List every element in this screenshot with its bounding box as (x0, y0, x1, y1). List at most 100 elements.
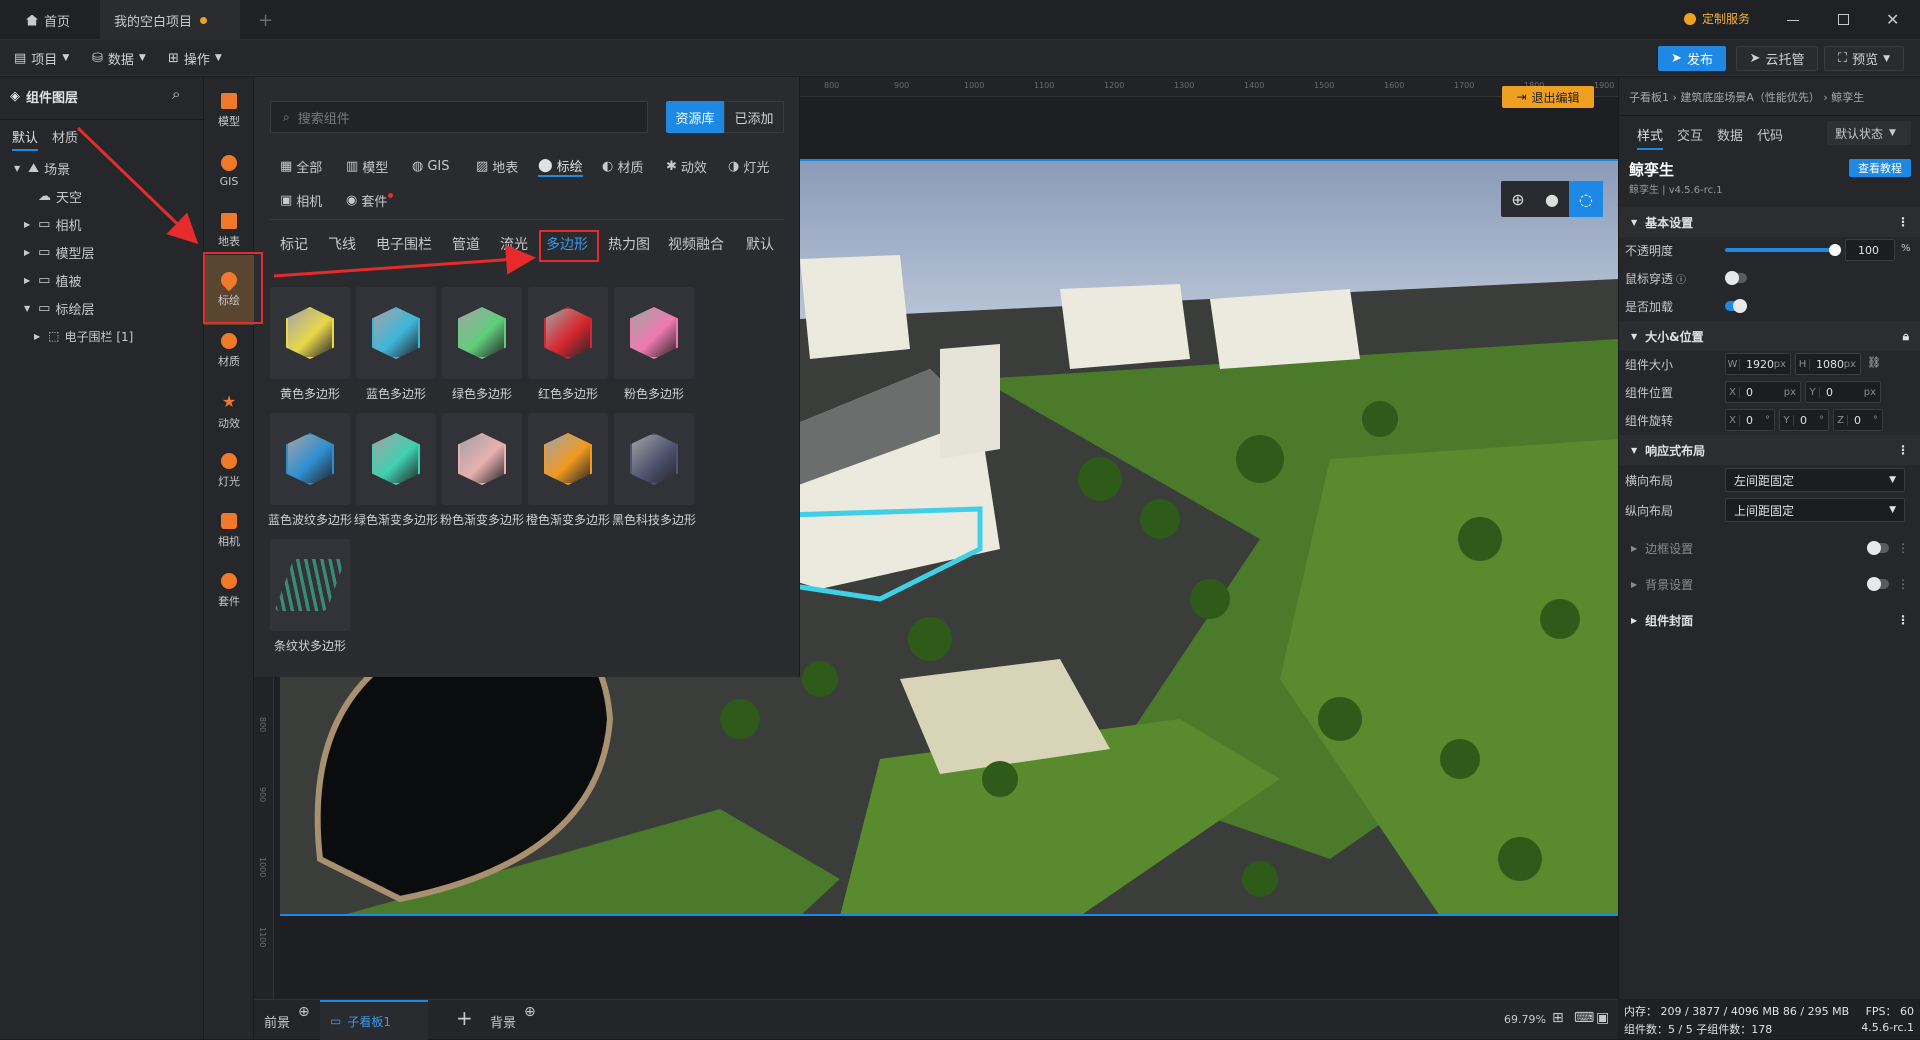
menu-project[interactable]: ▤ 项目 ▼ (14, 46, 69, 70)
sub-default[interactable]: 默认 (746, 233, 774, 255)
cat-terrain[interactable]: ▨ 地表 (476, 155, 518, 177)
tree-item-scene[interactable]: ▼ ⛰ 场景 (0, 155, 204, 181)
layers-tab-material[interactable]: 材质 (52, 127, 78, 146)
h-layout-select[interactable]: 左间距固定 ▼ (1725, 468, 1905, 492)
sub-video-fusion[interactable]: 视频融合 (668, 233, 724, 255)
background-toggle[interactable] (1867, 577, 1889, 591)
component-card[interactable]: 粉色渐变多边形 (440, 413, 524, 533)
y-input[interactable]: Y 0 px (1805, 381, 1881, 403)
component-card[interactable]: 橙色渐变多边形 (526, 413, 610, 533)
section-cover[interactable]: ▶ 组件封面 ⋮ (1619, 605, 1920, 635)
solid-view-icon[interactable]: ● (1535, 181, 1569, 217)
layers-tab-default[interactable]: 默认 (12, 127, 39, 151)
custom-service-button[interactable]: 定制服务 (1684, 10, 1750, 27)
cloud-host-button[interactable]: ➤ 云托管 (1736, 46, 1818, 71)
width-input[interactable]: W 1920 px (1725, 353, 1791, 375)
component-card[interactable]: 红色多边形 (528, 287, 608, 407)
terminal-icon[interactable]: ▣ (1596, 1010, 1609, 1026)
component-card[interactable]: 黑色科技多边形 (612, 413, 696, 533)
background-tab[interactable]: 背景 (490, 1012, 516, 1031)
section-background[interactable]: ▶ 背景设置 ⋮ (1619, 569, 1920, 599)
sub-heatmap[interactable]: 热力图 (608, 233, 650, 255)
sub-fence[interactable]: 电子围栏 (376, 233, 432, 255)
sub-marker[interactable]: 标记 (280, 233, 308, 255)
rail-item-camera[interactable]: 相机 (204, 503, 254, 559)
menu-operation[interactable]: ⊞ 操作 ▼ (168, 46, 222, 70)
border-toggle[interactable] (1867, 541, 1889, 555)
fit-screen-icon[interactable]: ⊞ (1552, 1010, 1564, 1026)
cat-plot[interactable]: ⬤ 标绘 (538, 155, 583, 177)
section-basic[interactable]: ▼ 基本设置 ⋮ (1619, 207, 1920, 237)
mouse-through-toggle[interactable] (1725, 271, 1747, 285)
search-icon[interactable]: ⌕ (172, 85, 180, 103)
publish-button[interactable]: ➤ 发布 (1658, 46, 1726, 71)
tab-interaction[interactable]: 交互 (1677, 125, 1703, 144)
add-foreground-icon[interactable]: ⊕ (298, 1004, 310, 1020)
opacity-slider-thumb[interactable] (1829, 244, 1841, 256)
tree-item-fence[interactable]: ▶ ⬚ 电子围栏 [1] (0, 323, 204, 349)
cat-gis[interactable]: ◍ GIS (412, 155, 450, 177)
section-responsive[interactable]: ▼ 响应式布局 ⋮ (1619, 435, 1920, 465)
add-background-icon[interactable]: ⊕ (524, 1004, 536, 1020)
foreground-tab[interactable]: 前景 (264, 1012, 290, 1031)
sub-pipe[interactable]: 管道 (452, 233, 480, 255)
rot-x-input[interactable]: X 0 ° (1725, 409, 1775, 431)
rail-item-model[interactable]: 模型 (204, 83, 254, 139)
v-layout-select[interactable]: 上间距固定 ▼ (1725, 498, 1905, 522)
rail-item-light[interactable]: 灯光 (204, 443, 254, 499)
add-board-icon[interactable]: + (456, 1006, 473, 1030)
opacity-input[interactable]: 100 (1845, 239, 1895, 261)
add-tab-button[interactable]: + (244, 0, 287, 40)
tree-item-plot-layer[interactable]: ▼ ▭ 标绘层 (0, 295, 204, 321)
more-icon[interactable]: ⋮ (1897, 443, 1909, 457)
cat-material[interactable]: ◐ 材质 (602, 155, 643, 177)
tutorial-button[interactable]: 查看教程 (1849, 159, 1911, 177)
restore-icon[interactable] (1838, 14, 1849, 25)
more-icon[interactable]: ⋮ (1897, 215, 1909, 229)
rot-y-input[interactable]: Y 0 ° (1779, 409, 1829, 431)
minimize-icon[interactable] (1787, 20, 1799, 21)
opacity-slider[interactable] (1725, 244, 1841, 256)
search-input[interactable]: ⌕ 搜索组件 (270, 101, 648, 133)
lock-icon[interactable]: 🔒︎ (1903, 329, 1909, 344)
sub-flow[interactable]: 流光 (500, 233, 528, 255)
close-icon[interactable]: ✕ (1886, 10, 1899, 29)
rail-item-material[interactable]: 材质 (204, 323, 254, 379)
sub-flyline[interactable]: 飞线 (328, 233, 356, 255)
cat-all[interactable]: ▦ 全部 (280, 155, 322, 177)
state-select[interactable]: 默认状态 ▼ (1827, 121, 1911, 145)
component-card[interactable]: 蓝色多边形 (356, 287, 436, 407)
section-size-position[interactable]: ▼ 大小&位置 🔒︎ (1619, 321, 1920, 351)
component-card[interactable]: 黄色多边形 (270, 287, 350, 407)
tree-item-sky[interactable]: ☁ 天空 (0, 183, 204, 209)
board-tab-active[interactable]: ▭ 子看板1 (320, 1000, 428, 1040)
link-icon[interactable]: ⛓ (1867, 356, 1881, 369)
tab-home[interactable]: 首页 (12, 0, 84, 40)
tree-item-vegetation[interactable]: ▶ ▭ 植被 (0, 267, 204, 293)
rail-item-effects[interactable]: ★ 动效 (204, 383, 254, 439)
lazy-load-toggle[interactable] (1725, 299, 1747, 313)
cat-kit[interactable]: ◉ 套件 (346, 189, 394, 211)
menu-data[interactable]: ⛁ 数据 ▼ (92, 46, 146, 70)
tree-item-model-layer[interactable]: ▶ ▭ 模型层 (0, 239, 204, 265)
tab-added[interactable]: 已添加 (724, 101, 784, 133)
component-card[interactable]: 粉色多边形 (614, 287, 694, 407)
tab-style[interactable]: 样式 (1637, 125, 1664, 150)
height-input[interactable]: H 1080 px (1795, 353, 1861, 375)
zoom-level[interactable]: 69.79% (1504, 1013, 1546, 1026)
component-card[interactable]: 条纹状多边形 (270, 539, 350, 659)
section-border[interactable]: ▶ 边框设置 ⋮ (1619, 533, 1920, 563)
tab-code[interactable]: 代码 (1757, 125, 1783, 144)
tab-library[interactable]: 资源库 (666, 101, 724, 133)
exit-edit-button[interactable]: ⇥ 退出编辑 (1502, 86, 1594, 108)
globe-view-icon[interactable]: ⊕ (1501, 181, 1535, 217)
tab-project[interactable]: 我的空白项目 (100, 0, 240, 40)
more-icon[interactable]: ⋮ (1897, 541, 1909, 555)
cat-effects[interactable]: ✱ 动效 (666, 155, 707, 177)
component-card[interactable]: 绿色渐变多边形 (354, 413, 438, 533)
cat-camera[interactable]: ▣ 相机 (280, 189, 322, 211)
tab-data[interactable]: 数据 (1717, 125, 1743, 144)
cat-model[interactable]: ▥ 模型 (346, 155, 388, 177)
tree-item-camera[interactable]: ▶ ▭ 相机 (0, 211, 204, 237)
orbit-view-icon[interactable]: ◌ (1569, 181, 1603, 217)
